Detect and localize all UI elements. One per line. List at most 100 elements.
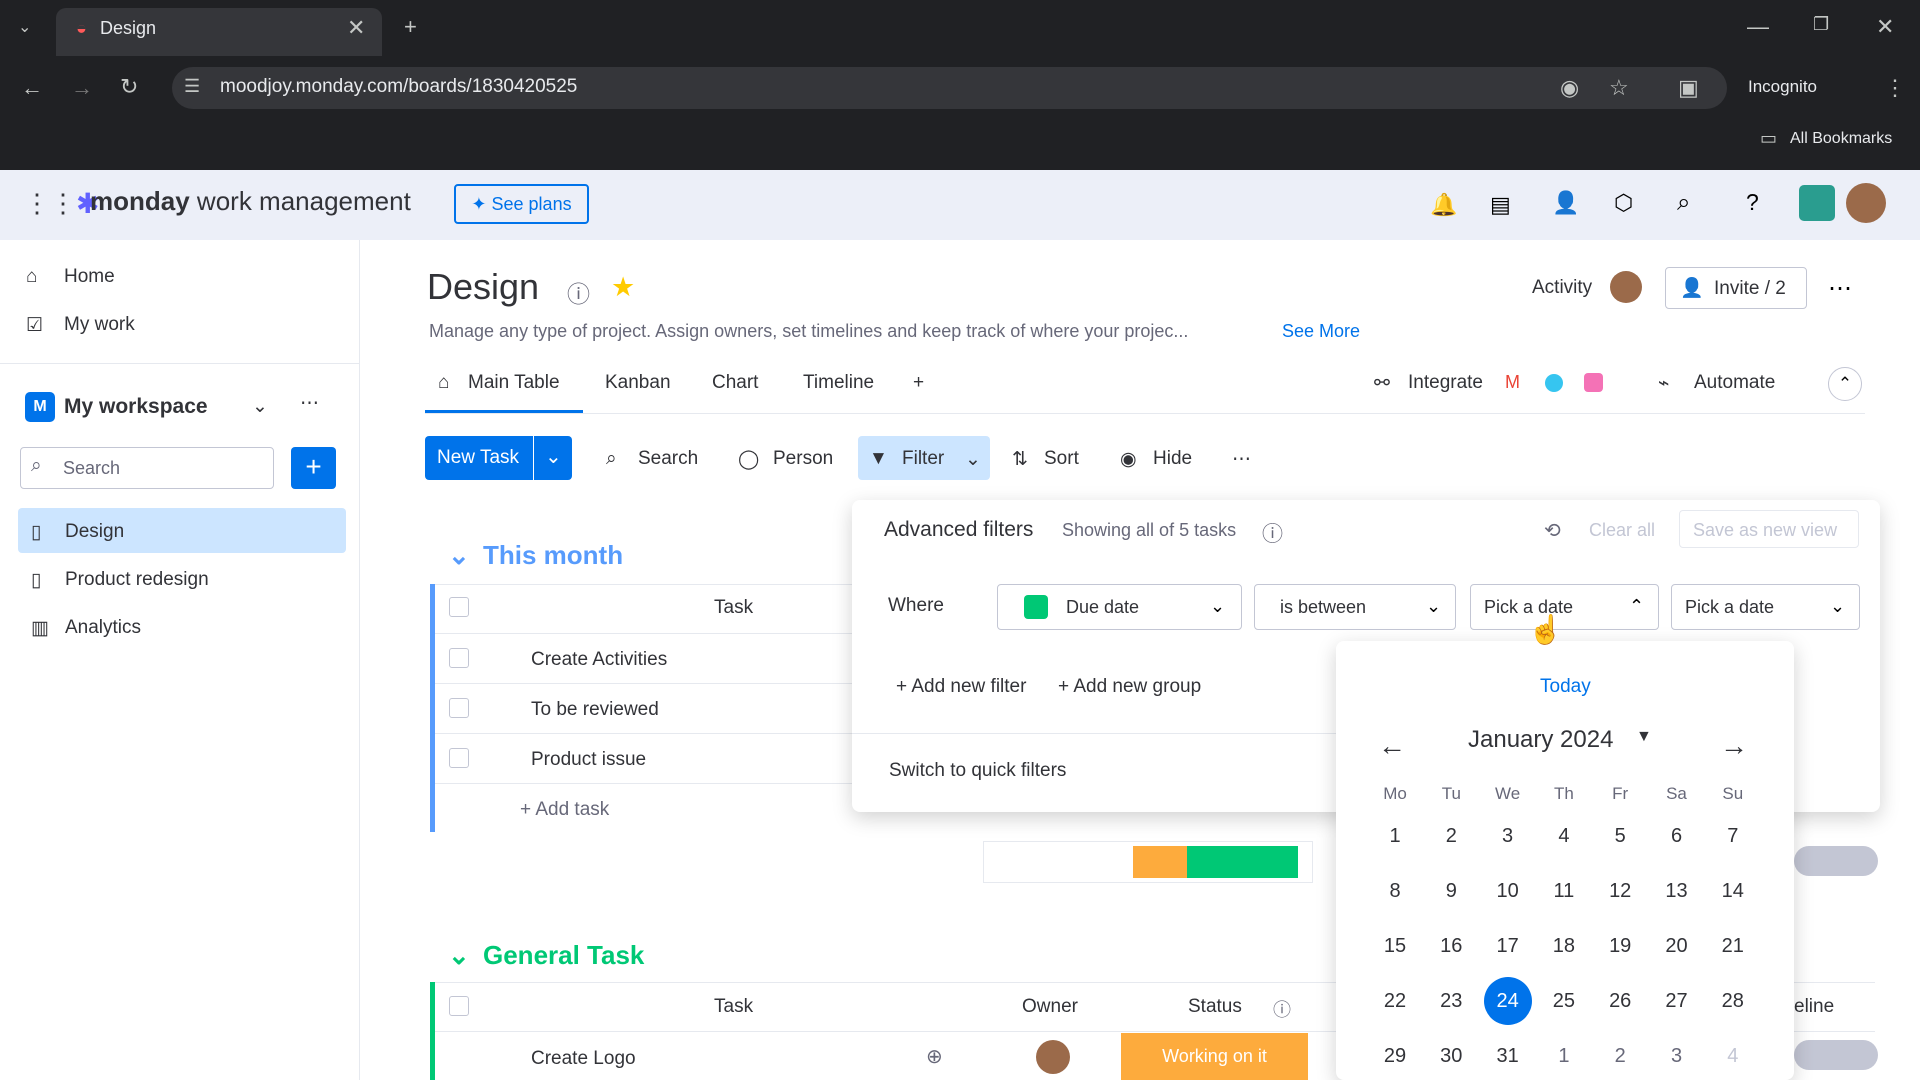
new-tab-icon[interactable]: + (404, 14, 417, 40)
board-title[interactable]: Design (427, 266, 539, 308)
calendar-day[interactable]: 1 (1371, 812, 1419, 860)
calendar-day[interactable]: 9 (1427, 867, 1475, 915)
calendar-day[interactable]: 17 (1484, 922, 1532, 970)
minimize-icon[interactable]: — (1747, 14, 1769, 40)
task-name[interactable]: To be reviewed (531, 699, 659, 721)
save-as-new-view-button[interactable]: Save as new view (1679, 510, 1859, 548)
timeline-cell[interactable] (1794, 1040, 1878, 1070)
eye-off-icon[interactable]: ◉ (1560, 75, 1579, 101)
user-avatar[interactable] (1846, 183, 1886, 223)
add-board-button[interactable]: + (291, 447, 336, 489)
next-month-icon[interactable]: → (1720, 730, 1748, 762)
group-collapse-icon[interactable]: ⌄ (448, 940, 470, 971)
tab-timeline[interactable]: Timeline (803, 372, 874, 394)
collapse-header-icon[interactable]: ⌃ (1828, 367, 1862, 401)
calendar-day[interactable]: 27 (1653, 977, 1701, 1025)
calendar-day[interactable]: 11 (1540, 867, 1588, 915)
calendar-day[interactable]: 4 (1709, 1032, 1757, 1080)
sidepanel-icon[interactable]: ▣ (1678, 75, 1699, 101)
owner-avatar[interactable] (1036, 1040, 1070, 1074)
tab-chart[interactable]: Chart (712, 372, 758, 394)
see-more-link[interactable]: See More (1282, 321, 1360, 342)
header-search-icon[interactable]: ⌕ (1677, 189, 1690, 217)
inbox-icon[interactable]: ▤ (1490, 192, 1511, 218)
row-checkbox[interactable] (449, 698, 469, 718)
new-task-button[interactable]: New Task ⌄ (425, 436, 572, 480)
app-switcher-icon[interactable]: ⋮⋮ (24, 188, 76, 219)
add-new-filter-button[interactable]: + Add new filter (896, 676, 1026, 698)
calendar-day[interactable]: 23 (1427, 977, 1475, 1025)
sidebar-item-product-redesign[interactable]: Product redesign (65, 569, 209, 591)
calendar-day[interactable]: 14 (1709, 867, 1757, 915)
row-checkbox[interactable] (449, 748, 469, 768)
toolbar-person[interactable]: Person (773, 448, 833, 470)
integrate-button[interactable]: Integrate (1408, 372, 1483, 394)
sidebar-my-work[interactable]: My work (64, 314, 135, 336)
calendar-day[interactable]: 6 (1653, 812, 1701, 860)
board-more-icon[interactable]: ⋯ (1828, 274, 1852, 303)
calendar-day[interactable]: 13 (1653, 867, 1701, 915)
calendar-day[interactable]: 24 (1483, 977, 1532, 1025)
help-icon[interactable]: ? (1746, 189, 1759, 216)
see-plans-button[interactable]: ✦ See plans (454, 184, 589, 224)
window-close-icon[interactable]: ✕ (1876, 14, 1894, 40)
calendar-day[interactable]: 12 (1596, 867, 1644, 915)
calendar-day[interactable]: 22 (1371, 977, 1419, 1025)
new-task-chevron-icon[interactable]: ⌄ (545, 444, 562, 469)
calendar-day[interactable]: 1 (1540, 1032, 1588, 1080)
info-icon[interactable]: ⓘ (567, 275, 590, 309)
browser-menu-icon[interactable]: ⋮ (1884, 75, 1906, 101)
chevron-up-icon[interactable]: ⌃ (1629, 596, 1644, 617)
toolbar-search[interactable]: Search (638, 448, 698, 470)
brand-name[interactable]: monday work management (90, 186, 411, 217)
apps-icon[interactable]: ⬡ (1614, 190, 1633, 216)
previous-month-icon[interactable]: ← (1378, 730, 1406, 762)
calendar-day[interactable]: 18 (1540, 922, 1588, 970)
calendar-day[interactable]: 31 (1484, 1032, 1532, 1080)
calendar-day[interactable]: 10 (1484, 867, 1532, 915)
close-tab-icon[interactable]: ✕ (347, 15, 365, 41)
calendar-day[interactable]: 7 (1709, 812, 1757, 860)
workspace-more-icon[interactable]: ⋯ (300, 392, 319, 415)
workspace-chevron-icon[interactable]: ⌄ (252, 395, 268, 418)
select-all-checkbox[interactable] (449, 597, 469, 617)
add-view-button[interactable]: + (913, 372, 924, 394)
star-icon[interactable]: ☆ (1609, 75, 1629, 101)
calendar-day[interactable]: 3 (1484, 812, 1532, 860)
select-all-checkbox[interactable] (449, 996, 469, 1016)
filter-chevron-icon[interactable]: ⌄ (965, 448, 981, 471)
add-task-row[interactable]: + Add task (520, 799, 609, 821)
status-cell[interactable]: Working on it (1121, 1033, 1308, 1080)
calendar-day[interactable]: 29 (1371, 1032, 1419, 1080)
task-name[interactable]: Create Logo (531, 1048, 636, 1070)
toolbar-sort[interactable]: Sort (1044, 448, 1079, 470)
toolbar-filter[interactable]: Filter (902, 448, 944, 470)
task-name[interactable]: Product issue (531, 749, 646, 771)
forward-icon[interactable]: → (71, 75, 93, 101)
toolbar-more-icon[interactable]: ⋯ (1232, 448, 1251, 471)
row-checkbox[interactable] (449, 648, 469, 668)
month-year-dropdown[interactable]: January 2024 (1468, 726, 1613, 754)
bell-icon[interactable]: 🔔 (1430, 192, 1457, 218)
reload-icon[interactable]: ↻ (120, 74, 138, 100)
favorite-star-icon[interactable]: ★ (611, 272, 635, 303)
calendar-day[interactable]: 25 (1540, 977, 1588, 1025)
calendar-day[interactable]: 4 (1540, 812, 1588, 860)
invite-members-icon[interactable]: 👤 (1552, 190, 1579, 216)
back-icon[interactable]: ← (21, 75, 43, 101)
calendar-day[interactable]: 8 (1371, 867, 1419, 915)
calendar-day[interactable]: 3 (1653, 1032, 1701, 1080)
sidebar-search-input[interactable]: Search (20, 447, 274, 489)
add-update-icon[interactable]: ⊕ (926, 1044, 943, 1069)
month-caret-icon[interactable]: ▼ (1636, 728, 1652, 746)
calendar-day[interactable]: 30 (1427, 1032, 1475, 1080)
dropdown-chevron-icon[interactable]: ⌄ (1830, 596, 1845, 617)
dropdown-chevron-icon[interactable]: ⌄ (1426, 596, 1441, 617)
sidebar-home[interactable]: Home (64, 266, 115, 288)
calendar-day[interactable]: 2 (1596, 1032, 1644, 1080)
clear-all-button[interactable]: Clear all (1589, 520, 1655, 541)
toolbar-hide[interactable]: Hide (1153, 448, 1192, 470)
calendar-day[interactable]: 16 (1427, 922, 1475, 970)
status-info-icon[interactable]: ⓘ (1273, 996, 1291, 1022)
task-name[interactable]: Create Activities (531, 649, 667, 671)
